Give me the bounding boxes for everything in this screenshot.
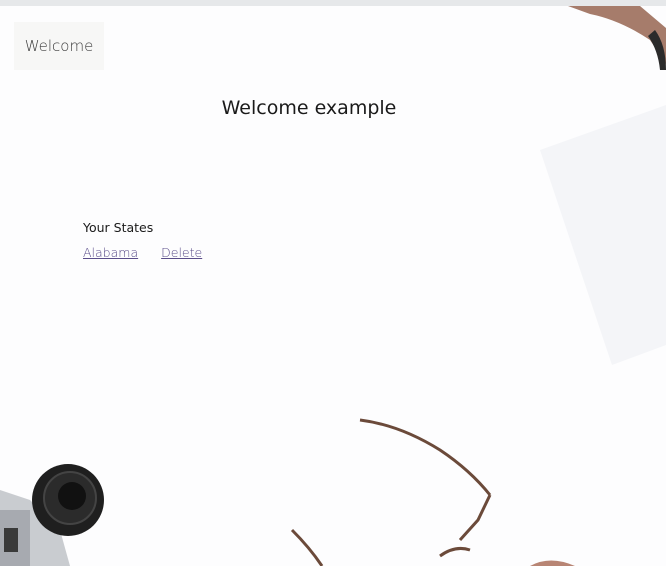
camera-icon	[0, 464, 104, 566]
states-section: Your States Alabama Delete	[83, 220, 202, 260]
eyeglasses-icon	[290, 418, 492, 566]
delete-state-link[interactable]: Delete	[161, 245, 202, 260]
nav-tab-welcome[interactable]: Welcome	[14, 22, 104, 70]
state-link-alabama[interactable]: Alabama	[83, 245, 138, 260]
states-heading: Your States	[83, 220, 154, 235]
page: Welcome Welcome example Your States Alab…	[0, 0, 666, 566]
paper-sheet	[540, 105, 666, 365]
page-title: Welcome example	[221, 97, 397, 119]
state-row: Alabama Delete	[83, 245, 202, 260]
background-photo	[0, 6, 666, 566]
nav-tab-welcome-label: Welcome	[24, 37, 94, 55]
